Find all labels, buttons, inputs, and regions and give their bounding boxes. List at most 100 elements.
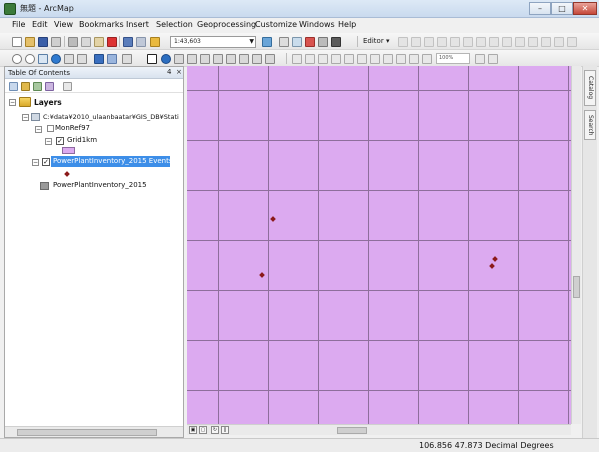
close-icon[interactable]: ×	[176, 68, 182, 76]
hyperlink-icon[interactable]	[226, 54, 236, 64]
menu-insert[interactable]: Insert	[126, 20, 149, 29]
events-layer-label[interactable]: PowerPlantInventory_2015 Events	[53, 157, 172, 165]
power-plant-point[interactable]	[489, 263, 495, 269]
change-layout-icon[interactable]	[475, 54, 485, 64]
fixed-zoom-in-icon[interactable]	[64, 54, 74, 64]
full-extent-icon[interactable]	[51, 54, 61, 64]
redo-icon[interactable]	[136, 37, 146, 47]
expander-group[interactable]: −	[35, 126, 42, 133]
zoom-out-icon[interactable]	[25, 54, 35, 64]
catalog-tab[interactable]: Catalog	[584, 70, 596, 106]
select-elements-icon[interactable]	[147, 54, 157, 64]
toc-options-icon[interactable]	[63, 82, 72, 91]
grid-layer-checkbox[interactable]: ✓	[56, 137, 64, 145]
toc-scroll-thumb[interactable]	[17, 429, 157, 436]
search-window-icon[interactable]	[305, 37, 315, 47]
map-scale-field[interactable]: 1:43,603 ▼	[170, 36, 256, 48]
find-icon[interactable]	[174, 54, 184, 64]
add-data-icon[interactable]	[150, 37, 160, 47]
print-icon[interactable]	[51, 37, 61, 47]
sketch-tool-icon[interactable]	[411, 37, 421, 47]
undo-icon[interactable]	[123, 37, 133, 47]
focus-data-frame-icon[interactable]	[422, 54, 432, 64]
maximize-button[interactable]: □	[551, 2, 573, 15]
chevron-down-icon[interactable]: ▼	[249, 37, 254, 47]
fixed-zoom-out-layout-icon[interactable]	[370, 54, 380, 64]
rotate-icon[interactable]	[528, 37, 538, 47]
events-layer-checkbox[interactable]: ✓	[42, 158, 50, 166]
edit-vertices-icon[interactable]	[476, 37, 486, 47]
expander-layers[interactable]: −	[9, 99, 16, 106]
layout-zoom-in-icon[interactable]	[292, 54, 302, 64]
create-features-icon[interactable]	[567, 37, 577, 47]
forward-extent-icon[interactable]	[107, 54, 117, 64]
pause-drawing-icon[interactable]: ∥	[221, 426, 229, 434]
identify-icon[interactable]	[161, 54, 171, 64]
map-view[interactable]	[187, 66, 571, 424]
menu-edit[interactable]: Edit	[32, 20, 48, 29]
menu-geoprocessing[interactable]: Geoprocessing	[197, 20, 256, 29]
list-by-selection-icon[interactable]	[45, 82, 54, 91]
cut-icon[interactable]	[68, 37, 78, 47]
zoom-whole-page-icon[interactable]	[331, 54, 341, 64]
close-button[interactable]: ✕	[573, 2, 597, 15]
menu-windows[interactable]: Windows	[299, 20, 335, 29]
open-icon[interactable]	[25, 37, 35, 47]
layout-zoom-field[interactable]: 100%	[436, 53, 470, 64]
fixed-zoom-out-icon[interactable]	[77, 54, 87, 64]
edit-tool-icon[interactable]	[398, 37, 408, 47]
power-plant-point[interactable]	[259, 272, 265, 278]
data-driven-pages-icon[interactable]	[488, 54, 498, 64]
map-vertical-scrollbar[interactable]	[571, 66, 581, 424]
attributes-icon[interactable]	[541, 37, 551, 47]
sketch-properties-icon[interactable]	[554, 37, 564, 47]
layout-zoom-out-icon[interactable]	[305, 54, 315, 64]
html-popup-icon[interactable]	[239, 54, 249, 64]
editor-toolbar-icon[interactable]	[262, 37, 272, 47]
power-plant-point[interactable]	[270, 216, 276, 222]
expander-grid[interactable]: −	[45, 138, 52, 145]
group-layer-label[interactable]: MonRef97	[55, 124, 90, 132]
expander-events[interactable]: −	[32, 159, 39, 166]
create-viewer-window-icon[interactable]	[265, 54, 275, 64]
layout-pan-icon[interactable]	[318, 54, 328, 64]
menu-customize[interactable]: Customize	[255, 20, 297, 29]
copy-icon[interactable]	[81, 37, 91, 47]
map-hscroll-thumb[interactable]	[337, 427, 367, 434]
trace-icon[interactable]	[450, 37, 460, 47]
menu-file[interactable]: File	[12, 20, 25, 29]
minimize-button[interactable]: –	[529, 2, 551, 15]
new-icon[interactable]	[12, 37, 22, 47]
editor-menu[interactable]: Editor ▾	[363, 37, 389, 45]
menu-bookmarks[interactable]: Bookmarks	[79, 20, 124, 29]
layout-back-icon[interactable]	[383, 54, 393, 64]
power-plant-point[interactable]	[492, 256, 498, 262]
pan-icon[interactable]	[38, 54, 48, 64]
select-by-rectangle-icon[interactable]	[122, 54, 132, 64]
list-by-source-icon[interactable]	[21, 82, 30, 91]
toggle-draft-mode-icon[interactable]	[409, 54, 419, 64]
measure-icon[interactable]	[213, 54, 223, 64]
data-view-icon[interactable]: ▢	[199, 426, 207, 434]
grid-layer-label[interactable]: Grid1km	[67, 136, 97, 144]
refresh-icon[interactable]: ↻	[211, 426, 219, 434]
folder-path-label[interactable]: C:¥data¥2010_ulaanbaatar¥GIS_DB¥Stati	[43, 113, 179, 121]
arctoolbox-icon[interactable]	[318, 37, 328, 47]
fixed-zoom-in-layout-icon[interactable]	[357, 54, 367, 64]
save-icon[interactable]	[38, 37, 48, 47]
table-of-contents-icon[interactable]	[279, 37, 289, 47]
layout-forward-icon[interactable]	[396, 54, 406, 64]
expander-folder[interactable]: −	[22, 114, 29, 121]
python-icon[interactable]	[331, 37, 341, 47]
map-horizontal-scrollbar[interactable]: ▣ ▢ ↻ ∥	[187, 424, 571, 435]
paste-icon[interactable]	[94, 37, 104, 47]
reshape-icon[interactable]	[489, 37, 499, 47]
pin-icon[interactable]: 4	[167, 68, 171, 76]
catalog-icon[interactable]	[292, 37, 302, 47]
delete-icon[interactable]	[107, 37, 117, 47]
menu-view[interactable]: View	[54, 20, 73, 29]
end-point-arc-icon[interactable]	[437, 37, 447, 47]
layout-view-icon[interactable]: ▣	[189, 426, 197, 434]
layers-root-label[interactable]: Layers	[34, 98, 62, 107]
list-by-visibility-icon[interactable]	[33, 82, 42, 91]
